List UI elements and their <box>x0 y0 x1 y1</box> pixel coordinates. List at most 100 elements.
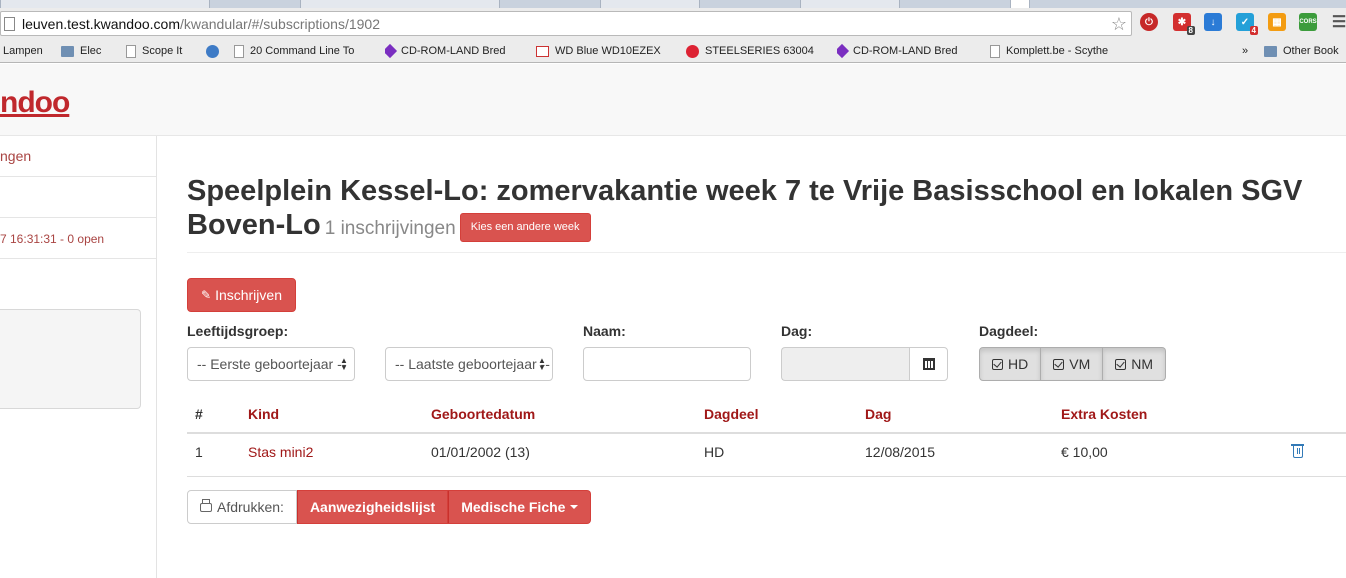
column-header-number: # <box>195 406 203 422</box>
checked-checkbox-icon <box>1053 358 1065 370</box>
name-label: Naam: <box>583 323 626 339</box>
day-label: Dag: <box>781 323 813 339</box>
column-header-birthdate[interactable]: Geboortedatum <box>431 406 535 422</box>
subscribe-button-label: Inschrijven <box>215 287 282 303</box>
name-input[interactable] <box>583 347 751 381</box>
day-input[interactable] <box>781 347 910 381</box>
kwandoo-logo[interactable]: ndoo <box>0 86 70 120</box>
url-path: /kwandular/#/subscriptions/1902 <box>179 16 380 32</box>
bookmark-label: STEELSERIES 63004 <box>705 45 814 57</box>
bookmark-label: CD-ROM-LAND Bred <box>401 45 506 57</box>
trash-icon[interactable] <box>1291 444 1304 458</box>
print-label: Afdrukken: <box>187 490 297 524</box>
extension-asterisk-icon[interactable]: ✱ 8 <box>1173 13 1195 35</box>
bookmark-item[interactable]: 20 Command Line To <box>234 43 368 59</box>
menu-icon[interactable]: ☰ <box>1330 13 1346 31</box>
browser-tab[interactable] <box>0 0 210 8</box>
column-header-extra-costs[interactable]: Extra Kosten <box>1061 406 1147 422</box>
age-group-label: Leeftijdsgroep: <box>187 323 289 339</box>
bookmark-label: Scope It <box>142 45 183 57</box>
page-icon <box>234 44 244 58</box>
active-browser-tab[interactable] <box>1010 0 1030 8</box>
attendance-list-button[interactable]: Aanwezigheidslijst <box>296 490 449 524</box>
extension-badge: 8 <box>1186 26 1195 35</box>
checkmark-extension-icon[interactable]: ✓ 4 <box>1236 13 1258 35</box>
bookmark-label: 20 Command Line To <box>250 45 355 57</box>
day-part-toggle-group: HD VM NM <box>979 347 1167 381</box>
bookmark-item[interactable]: STEELSERIES 63004 <box>686 43 820 59</box>
column-header-day-part[interactable]: Dagdeel <box>704 406 758 422</box>
column-header-day[interactable]: Dag <box>865 406 891 422</box>
sidebar-item-label: 7 16:31:31 - 0 open <box>0 232 105 246</box>
page-title: Speelplein Kessel-Lo: zomervakantie week… <box>187 174 1337 246</box>
calendar-button[interactable] <box>909 347 948 381</box>
calendar-icon <box>922 358 935 370</box>
bookmark-item[interactable]: WD Blue WD10EZEX <box>536 43 670 59</box>
day-cell: 12/08/2015 <box>865 444 936 460</box>
url-host: leuven.test.kwandoo.com <box>22 16 180 32</box>
row-divider <box>187 476 1346 477</box>
sidebar-item[interactable] <box>0 177 156 218</box>
sidebar-panel <box>0 309 141 409</box>
cors-extension-icon[interactable]: CORS <box>1299 13 1317 31</box>
day-part-cell: HD <box>704 444 725 460</box>
pixmania-icon <box>536 45 549 57</box>
bookmark-label: Elec <box>80 45 102 57</box>
bookmark-item[interactable]: Komplett.be - Scythe <box>990 43 1124 59</box>
url-text[interactable]: leuven.test.kwandoo.com/kwandular/#/subs… <box>22 16 380 32</box>
column-header-kind[interactable]: Kind <box>248 406 279 422</box>
bookmark-label: Other Book <box>1283 45 1339 57</box>
choose-other-week-button[interactable]: Kies een andere week <box>459 213 591 242</box>
bookmark-item[interactable]: Scope It <box>126 43 196 59</box>
sidebar: ngen 7 16:31:31 - 0 open <box>0 136 157 578</box>
adblock-extension-icon[interactable]: ⏻ <box>1140 13 1158 31</box>
pencil-icon: ✎ <box>201 288 212 302</box>
bookmark-item[interactable] <box>206 43 224 59</box>
toggle-vm[interactable]: VM <box>1041 347 1104 381</box>
sidebar-item-label: ngen <box>0 148 32 164</box>
bookmark-item[interactable]: Lampen <box>3 43 53 59</box>
child-name-link[interactable]: Stas mini2 <box>248 444 313 460</box>
toggle-hd[interactable]: HD <box>979 347 1042 381</box>
orange-extension-icon[interactable]: ▦ <box>1268 13 1286 31</box>
subscribe-button[interactable]: ✎ Inschrijven <box>187 278 296 312</box>
age-from-select[interactable]: -- Eerste geboortejaar -- ▲ ▼ <box>187 347 355 381</box>
bookmark-folder[interactable]: Elec <box>61 43 121 59</box>
extra-costs-cell: € 10,00 <box>1061 444 1108 460</box>
medical-sheet-dropdown-button[interactable]: Medische Fiche <box>448 490 592 524</box>
toggle-label: VM <box>1069 356 1091 372</box>
toggle-label: NM <box>1131 356 1154 372</box>
sidebar-item[interactable]: 7 16:31:31 - 0 open <box>0 218 156 259</box>
extension-badge: 4 <box>1249 26 1258 35</box>
browser-tab[interactable] <box>600 0 700 8</box>
bookmark-star-icon[interactable]: ☆ <box>1111 13 1127 35</box>
printer-icon <box>200 498 212 512</box>
bookmarks-bar: Lampen Elec Scope It 20 Command Line To … <box>0 38 1346 63</box>
bookmarks-overflow-button[interactable]: » <box>1242 43 1254 59</box>
bookmark-label: WD Blue WD10EZEX <box>555 45 661 57</box>
bookmark-item[interactable]: CD-ROM-LAND Bred <box>385 43 520 59</box>
address-bar[interactable]: leuven.test.kwandoo.com/kwandular/#/subs… <box>0 11 1132 36</box>
download-extension-icon[interactable]: ↓ <box>1204 13 1222 31</box>
bookmark-item[interactable]: CD-ROM-LAND Bred <box>837 43 972 59</box>
bookmark-label: CD-ROM-LAND Bred <box>853 45 958 57</box>
bookmark-label: Komplett.be - Scythe <box>1006 45 1109 57</box>
print-label-text: Afdrukken: <box>217 499 284 515</box>
toggle-nm[interactable]: NM <box>1103 347 1167 381</box>
browser-tab[interactable] <box>300 0 500 8</box>
subscription-count: 1 inschrijvingen <box>324 218 456 239</box>
steelseries-icon <box>686 44 699 58</box>
cdromland-icon <box>385 43 398 59</box>
cdromland-icon <box>837 43 850 59</box>
other-bookmarks-folder[interactable]: Other Book <box>1264 43 1346 59</box>
sidebar-item[interactable]: ngen <box>0 136 156 177</box>
page-icon <box>990 44 1000 58</box>
day-part-label: Dagdeel: <box>979 323 1039 339</box>
globe-icon <box>206 44 219 58</box>
page-icon <box>126 44 136 58</box>
checked-checkbox-icon <box>1115 358 1127 370</box>
print-button-group: Afdrukken: Aanwezigheidslijst Medische F… <box>187 490 592 524</box>
age-to-select[interactable]: -- Laatste geboortejaar -- ▲ ▼ <box>385 347 553 381</box>
browser-tab[interactable] <box>800 0 900 8</box>
row-number: 1 <box>195 444 203 460</box>
